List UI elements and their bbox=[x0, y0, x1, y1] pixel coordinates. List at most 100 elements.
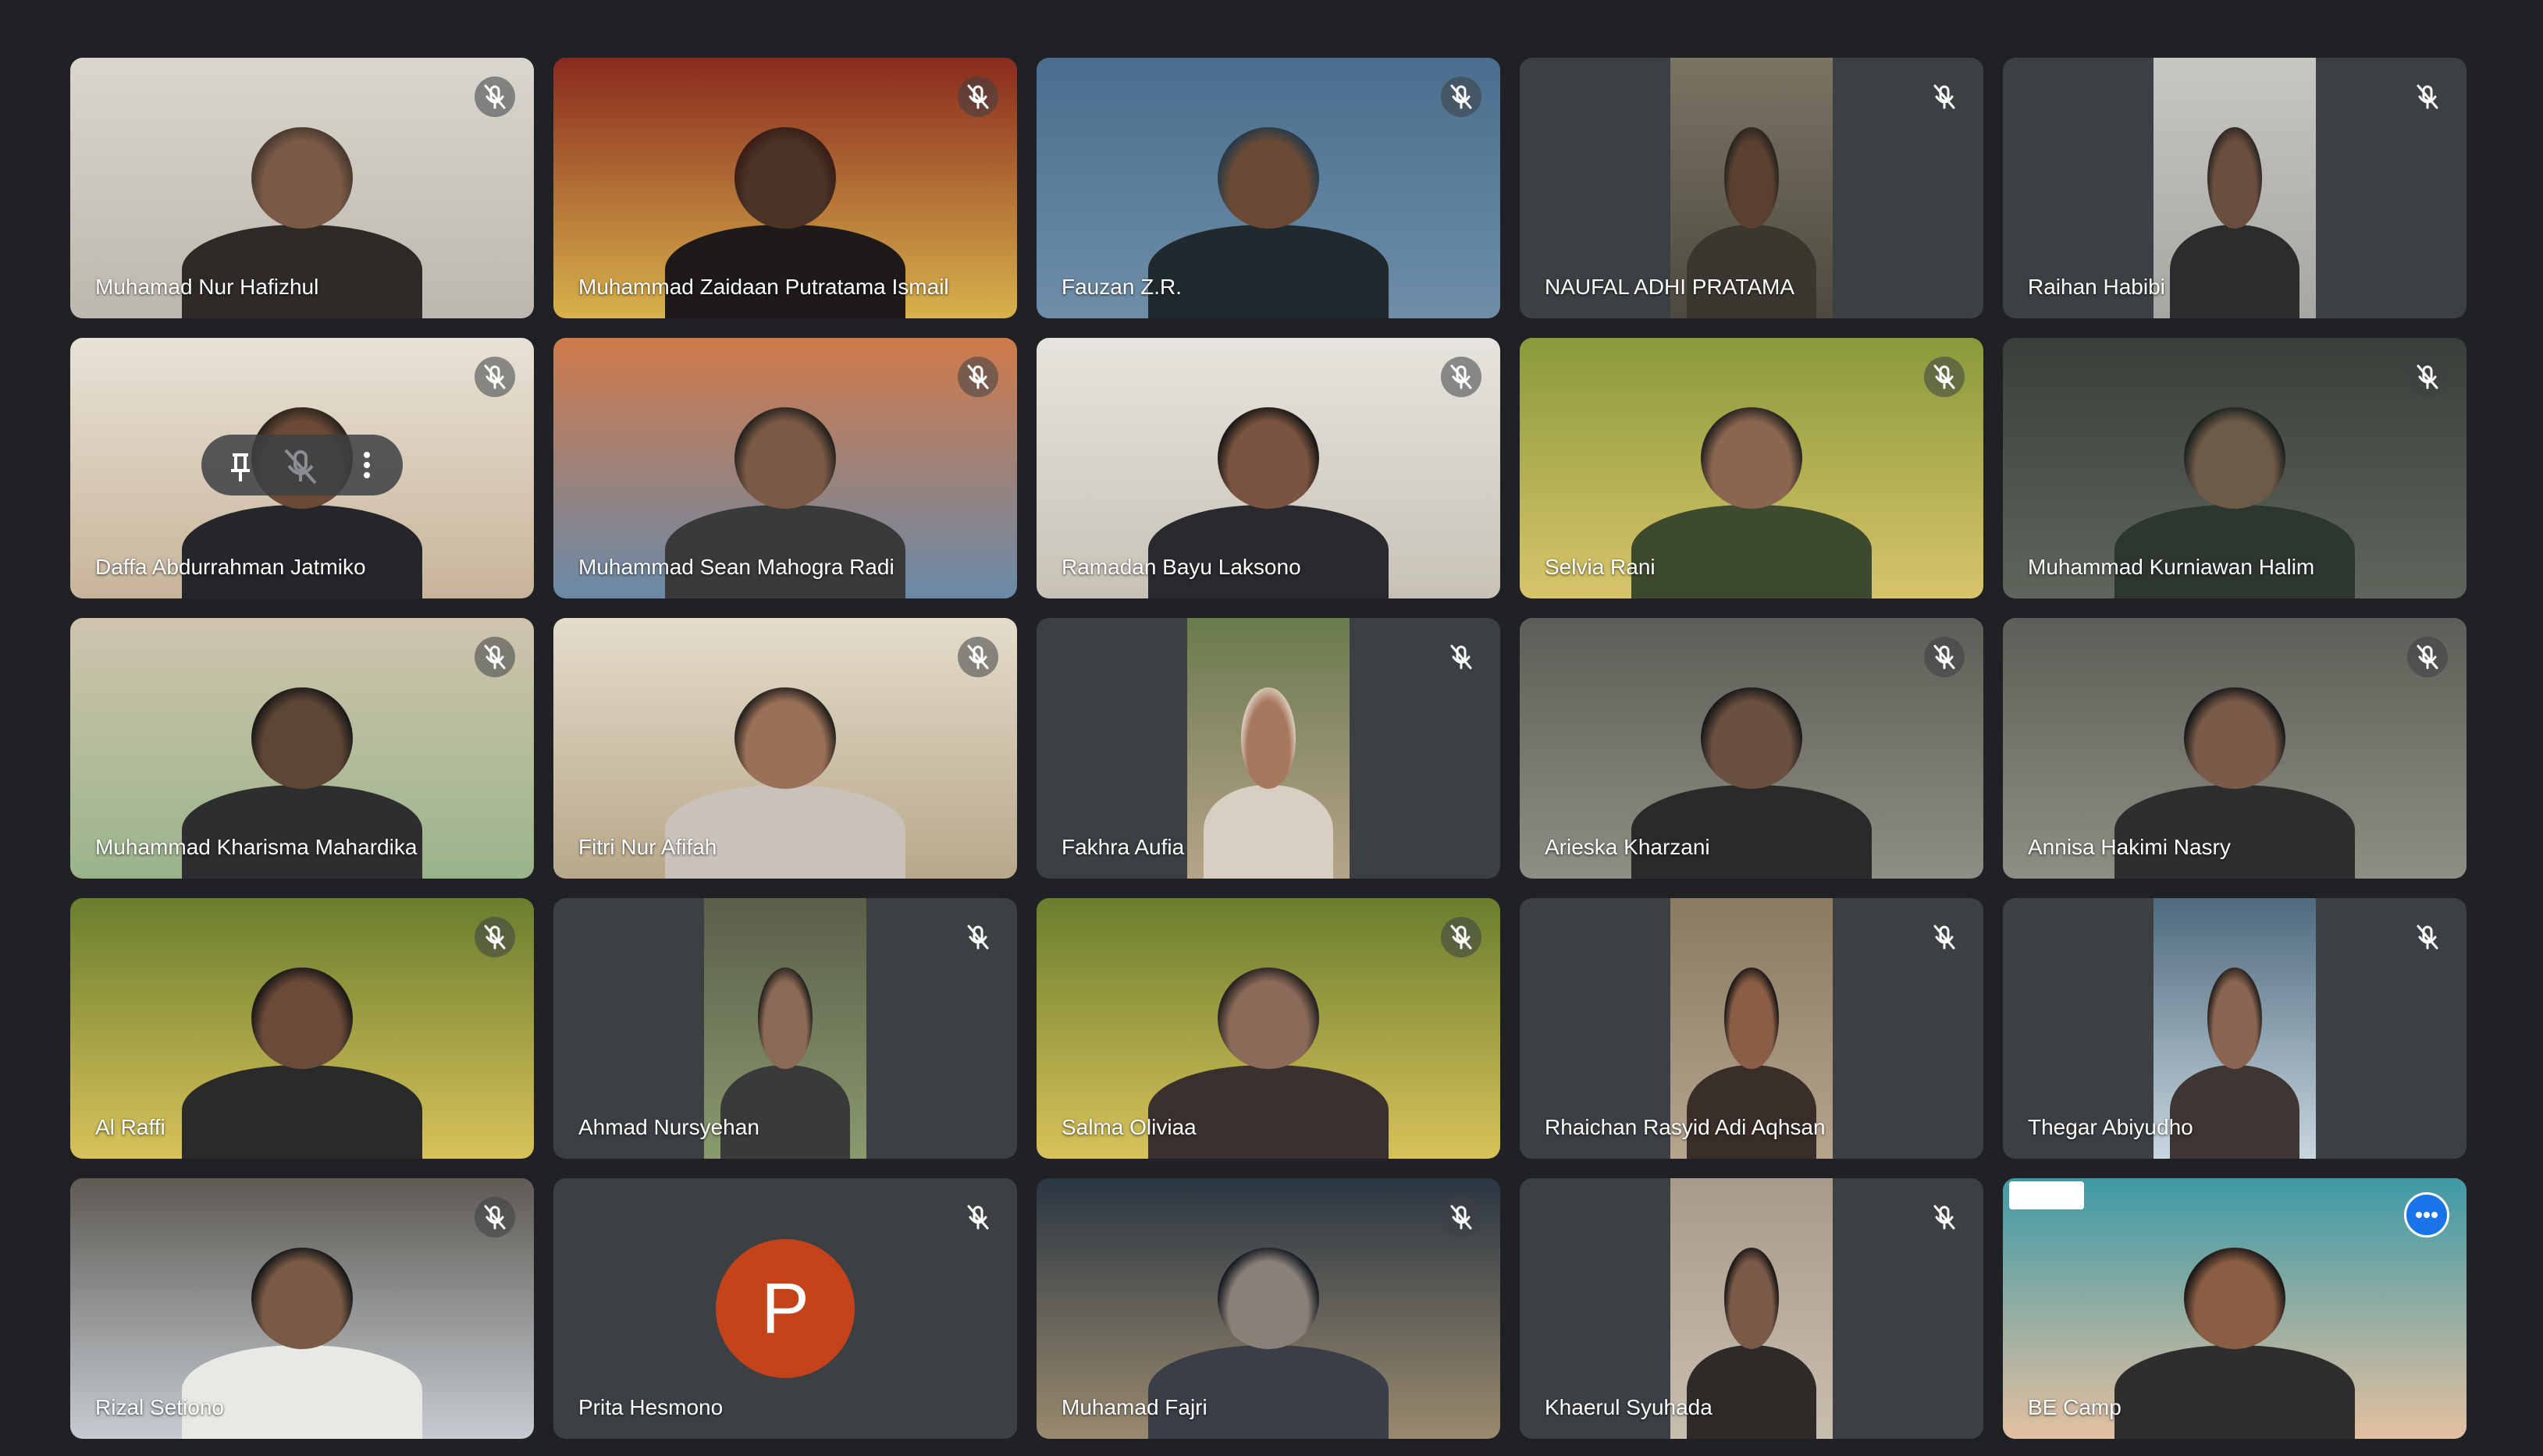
participant-body bbox=[181, 505, 423, 598]
participant-tile[interactable]: Khaerul Syuhada bbox=[1520, 1178, 1983, 1439]
mic-off-icon bbox=[2407, 76, 2448, 117]
more-options-button[interactable] bbox=[2404, 1192, 2449, 1238]
mic-off-icon bbox=[958, 637, 998, 677]
participant-silhouette bbox=[2169, 115, 2300, 318]
mic-off-icon bbox=[1924, 1197, 1965, 1238]
participant-silhouette bbox=[1147, 115, 1389, 318]
mic-off-icon bbox=[1924, 76, 1965, 117]
participant-tile[interactable]: Muhammad Zaidaan Putratama Ismail bbox=[553, 58, 1017, 318]
participant-head bbox=[1241, 687, 1296, 790]
participant-body bbox=[2114, 1345, 2356, 1439]
participant-body bbox=[1631, 785, 1873, 879]
participant-tile[interactable]: Annisa Hakimi Nasry bbox=[2003, 618, 2467, 879]
participant-body bbox=[1147, 1065, 1389, 1159]
participant-tile[interactable]: Muhamad Nur Hafizhul bbox=[70, 58, 534, 318]
participant-head bbox=[1724, 127, 1779, 229]
participant-body bbox=[1631, 505, 1873, 598]
participant-tile[interactable]: Al Raffi bbox=[70, 898, 534, 1159]
participant-head bbox=[1218, 1248, 1319, 1350]
participant-body bbox=[1147, 505, 1389, 598]
mic-off-icon bbox=[1924, 357, 1965, 397]
participant-body bbox=[664, 225, 906, 318]
participant-tile[interactable]: Ramadan Bayu Laksono bbox=[1037, 338, 1500, 598]
participant-tile[interactable]: Muhammad Kharisma Mahardika bbox=[70, 618, 534, 879]
brand-logo bbox=[2009, 1181, 2084, 1209]
participant-tile[interactable]: Thegar Abiyudho bbox=[2003, 898, 2467, 1159]
participant-body bbox=[2114, 505, 2356, 598]
participant-tile[interactable]: Fauzan Z.R. bbox=[1037, 58, 1500, 318]
participant-name: Muhamad Fajri bbox=[1062, 1395, 1207, 1419]
participant-tile[interactable]: Arieska Kharzani bbox=[1520, 618, 1983, 879]
mic-off-icon bbox=[1441, 357, 1481, 397]
participant-tile[interactable]: Fakhra Aufia bbox=[1037, 618, 1500, 879]
mic-off-icon bbox=[958, 76, 998, 117]
participant-name: NAUFAL ADHI PRATAMA bbox=[1545, 275, 1794, 299]
video-feed bbox=[2154, 58, 2316, 318]
participant-head bbox=[251, 1248, 353, 1350]
participant-body bbox=[1686, 225, 1817, 318]
participant-body bbox=[181, 1345, 423, 1439]
mic-off-icon bbox=[475, 357, 515, 397]
mic-off-icon bbox=[475, 1197, 515, 1238]
mic-off-icon bbox=[2407, 357, 2448, 397]
participant-body bbox=[2169, 225, 2300, 318]
participant-tile[interactable]: P Prita Hesmono bbox=[553, 1178, 1017, 1439]
participant-tile[interactable]: Muhamad Fajri bbox=[1037, 1178, 1500, 1439]
participant-tile[interactable]: Rhaichan Rasyid Adi Aqhsan bbox=[1520, 898, 1983, 1159]
participant-name: Rhaichan Rasyid Adi Aqhsan bbox=[1545, 1115, 1826, 1139]
participant-name: Muhamad Nur Hafizhul bbox=[95, 275, 319, 299]
participant-name: Ramadan Bayu Laksono bbox=[1062, 555, 1301, 579]
participant-body bbox=[181, 225, 423, 318]
participant-body bbox=[181, 785, 423, 879]
pin-icon[interactable] bbox=[231, 453, 250, 481]
participant-tile[interactable]: Selvia Rani bbox=[1520, 338, 1983, 598]
participant-tile[interactable]: Salma Oliviaa bbox=[1037, 898, 1500, 1159]
participant-tile[interactable]: Muhammad Kurniawan Halim bbox=[2003, 338, 2467, 598]
participant-body bbox=[1203, 785, 1334, 879]
mic-off-icon bbox=[958, 1197, 998, 1238]
participant-head bbox=[2184, 1248, 2285, 1350]
video-feed bbox=[1187, 618, 1350, 879]
participant-name: Prita Hesmono bbox=[578, 1395, 724, 1419]
participant-tile[interactable]: Fitri Nur Afifah bbox=[553, 618, 1017, 879]
participant-name: Fauzan Z.R. bbox=[1062, 275, 1183, 299]
more-options-icon[interactable] bbox=[364, 452, 370, 478]
participant-body bbox=[1686, 1345, 1817, 1439]
participant-tile[interactable]: Ahmad Nursyehan bbox=[553, 898, 1017, 1159]
participant-tile[interactable]: Muhammad Sean Mahogra Radi bbox=[553, 338, 1017, 598]
mic-off-icon bbox=[1441, 917, 1481, 957]
participant-head bbox=[1724, 968, 1779, 1070]
participant-head bbox=[1724, 1248, 1779, 1350]
participant-head bbox=[1701, 407, 1802, 510]
participant-head bbox=[2184, 687, 2285, 790]
participant-tile-active[interactable]: BE Camp bbox=[2003, 1178, 2467, 1439]
participant-head bbox=[2184, 407, 2285, 510]
participant-body bbox=[1147, 1345, 1389, 1439]
participant-name: Muhammad Kurniawan Halim bbox=[2028, 555, 2315, 579]
mic-off-icon bbox=[475, 917, 515, 957]
participant-grid: Muhamad Nur Hafizhul Muhammad Zaidaan Pu… bbox=[70, 58, 2467, 1439]
participant-name: Selvia Rani bbox=[1545, 555, 1656, 579]
participant-head bbox=[2207, 968, 2262, 1070]
participant-name: Ahmad Nursyehan bbox=[578, 1115, 759, 1139]
participant-name: Muhammad Zaidaan Putratama Ismail bbox=[578, 275, 949, 299]
participant-body bbox=[1686, 1065, 1817, 1159]
participant-tile[interactable]: Daffa Abdurrahman Jatmiko bbox=[70, 338, 534, 598]
participant-head bbox=[251, 687, 353, 790]
participant-body bbox=[1147, 225, 1389, 318]
mic-off-icon bbox=[1441, 637, 1481, 677]
participant-head bbox=[758, 968, 813, 1070]
participant-name: Al Raffi bbox=[95, 1115, 165, 1139]
participant-name: Arieska Kharzani bbox=[1545, 835, 1710, 859]
mic-off-icon bbox=[958, 917, 998, 957]
mute-participant-icon[interactable] bbox=[284, 449, 317, 485]
participant-name: Fitri Nur Afifah bbox=[578, 835, 717, 859]
participant-head bbox=[1218, 127, 1319, 229]
participant-name: Muhammad Kharisma Mahardika bbox=[95, 835, 418, 859]
participant-tile[interactable]: Raihan Habibi bbox=[2003, 58, 2467, 318]
mic-off-icon bbox=[1441, 76, 1481, 117]
participant-body bbox=[664, 785, 906, 879]
participant-tile[interactable]: Rizal Setiono bbox=[70, 1178, 534, 1439]
mic-off-icon bbox=[958, 357, 998, 397]
participant-tile[interactable]: NAUFAL ADHI PRATAMA bbox=[1520, 58, 1983, 318]
